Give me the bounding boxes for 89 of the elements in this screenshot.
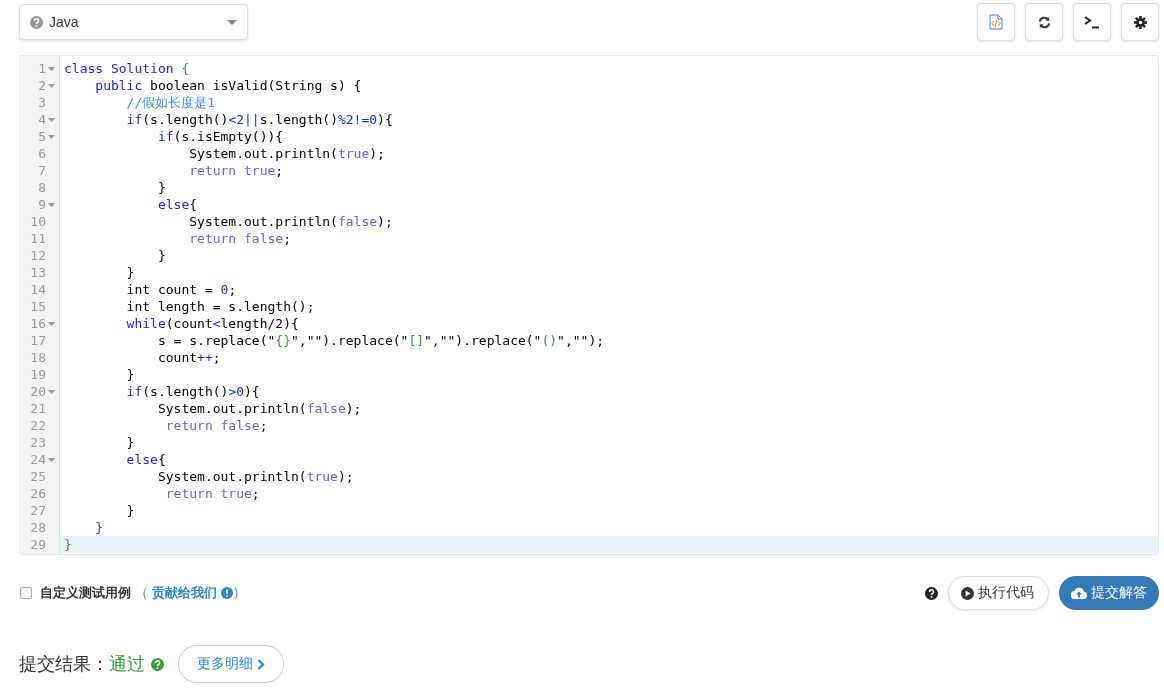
code-editor[interactable] <box>19 55 1159 555</box>
line-number: 13 <box>30 265 46 280</box>
code-line: System.out.println(false); <box>188 213 394 230</box>
code-line: return false; <box>164 417 269 434</box>
line-number: 28 <box>30 520 46 535</box>
fold-arrow-icon[interactable] <box>48 116 55 123</box>
fold-arrow-icon[interactable] <box>48 133 55 140</box>
run-code-button[interactable]: 执行代码 <box>948 576 1049 610</box>
line-number: 4 <box>38 112 46 127</box>
result-status: 通过 <box>109 653 145 676</box>
line-number: 17 <box>30 333 46 348</box>
line-number: 6 <box>38 146 46 161</box>
code-line: } <box>156 179 167 196</box>
code-line: System.out.println(true); <box>156 468 355 485</box>
line-number: 19 <box>30 367 46 382</box>
line-number: 3 <box>38 95 46 110</box>
refresh-icon[interactable] <box>1025 3 1063 41</box>
help-icon <box>30 15 43 29</box>
code-line: int length = s.length(); <box>125 298 316 315</box>
code-line: else{ <box>156 196 199 213</box>
line-number: 18 <box>30 350 46 365</box>
checkbox[interactable] <box>20 587 32 599</box>
code-line: } <box>125 366 136 383</box>
contribute-link[interactable]: 贡献给我们 <box>152 584 217 602</box>
code-line: } <box>125 434 136 451</box>
language-select[interactable]: Java <box>19 4 248 40</box>
code-line: } <box>156 247 167 264</box>
checkbox-label: 自定义测试用例 <box>40 584 131 602</box>
code-line: if(s.length()<2||s.length()%2!=0){ <box>125 111 394 128</box>
caret-icon <box>227 19 237 25</box>
code-line: count++; <box>156 349 222 366</box>
line-number: 27 <box>30 503 46 518</box>
help-icon <box>151 657 164 671</box>
code-line: return true; <box>188 162 285 179</box>
line-number: 21 <box>30 401 46 416</box>
play-icon <box>961 586 974 600</box>
code-line: return true; <box>164 485 261 502</box>
line-number: 20 <box>30 384 46 399</box>
fold-arrow-icon[interactable] <box>48 456 55 463</box>
info-icon <box>221 587 233 599</box>
line-number: 9 <box>38 197 46 212</box>
line-number: 14 <box>30 282 46 297</box>
fold-arrow-icon[interactable] <box>48 82 55 89</box>
line-number: 29 <box>30 537 46 552</box>
line-number: 15 <box>30 299 46 314</box>
line-number: 23 <box>30 435 46 450</box>
line-number: 1 <box>38 61 46 76</box>
line-number: 2 <box>38 78 46 93</box>
code-line: public boolean isValid(String s) { <box>94 77 363 94</box>
code-line: System.out.println(false); <box>156 400 363 417</box>
settings-icon[interactable] <box>1121 3 1159 41</box>
code-line: } <box>125 264 136 281</box>
fold-arrow-icon[interactable] <box>48 320 55 327</box>
code-line: } <box>94 519 105 536</box>
code-line: class Solution { <box>63 60 191 77</box>
code-line: s = s.replace("{}","").replace("[]","").replace("()",""); <box>156 332 606 349</box>
line-number: 7 <box>38 163 46 178</box>
code-line: } <box>125 502 136 519</box>
fold-arrow-icon[interactable] <box>48 388 55 395</box>
line-number: 26 <box>30 486 46 501</box>
fold-arrow-icon[interactable] <box>48 65 55 72</box>
fold-arrow-icon[interactable] <box>48 201 55 208</box>
code-line: if(s.length()>0){ <box>125 383 261 400</box>
chevron-right-icon <box>257 658 265 670</box>
parenthesis: （ <box>135 584 148 602</box>
code-line: //假如长度是1 <box>125 94 217 111</box>
code-line: else{ <box>125 451 167 468</box>
line-number: 5 <box>38 129 46 144</box>
line-number: 11 <box>30 231 46 246</box>
code-file-icon[interactable] <box>977 3 1015 41</box>
line-number: 12 <box>30 248 46 263</box>
line-number: 16 <box>30 316 46 331</box>
cloud-upload-icon <box>1071 587 1087 599</box>
terminal-icon[interactable] <box>1073 3 1111 41</box>
result-label: 提交结果： <box>19 653 109 676</box>
code-line: int count = 0; <box>125 281 238 298</box>
code-line: return false; <box>188 230 292 247</box>
line-number: 22 <box>30 418 46 433</box>
line-number: 8 <box>38 180 46 195</box>
line-number: 24 <box>30 452 46 467</box>
help-icon <box>925 586 938 600</box>
code-line: while(count<length/2){ <box>125 315 300 332</box>
code-line: if(s.isEmpty()){ <box>156 128 285 145</box>
line-number: 10 <box>30 214 46 229</box>
code-line: System.out.println(true); <box>188 145 386 162</box>
line-number: 25 <box>30 469 46 484</box>
submit-button[interactable]: 提交解答 <box>1059 576 1159 610</box>
more-details-button[interactable]: 更多明细 <box>178 645 284 683</box>
parenthesis: ） <box>233 584 246 602</box>
